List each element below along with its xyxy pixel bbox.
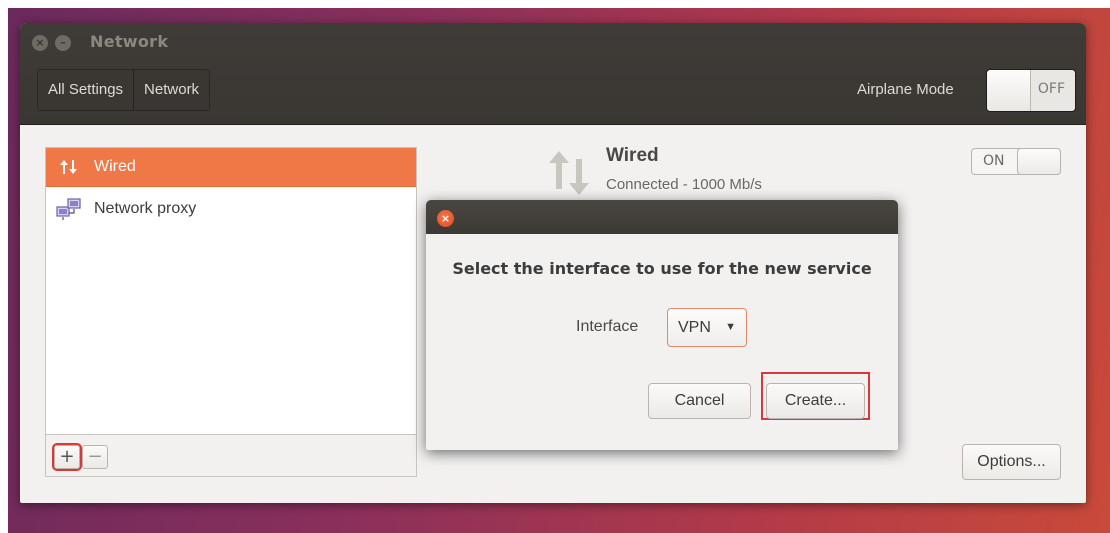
options-button[interactable]: Options...: [962, 444, 1061, 480]
airplane-mode-switch[interactable]: OFF: [986, 69, 1076, 112]
create-button[interactable]: Create...: [766, 383, 865, 419]
breadcrumb-network[interactable]: Network: [133, 70, 209, 110]
device-item-network-proxy[interactable]: Network proxy: [46, 189, 416, 228]
dialog-titlebar: ×: [426, 200, 898, 234]
network-proxy-icon: [56, 197, 82, 220]
add-connection-button[interactable]: +: [52, 443, 82, 471]
wired-toggle-knob: [1017, 148, 1061, 175]
airplane-mode-switch-knob: [987, 70, 1031, 111]
wired-toggle-state: ON: [983, 153, 1005, 169]
dialog-close-icon[interactable]: ×: [437, 210, 454, 227]
interface-dropdown[interactable]: VPN ▼: [667, 308, 747, 347]
interface-label: Interface: [576, 318, 639, 335]
window-title: Network: [90, 32, 169, 51]
airplane-mode-state: OFF: [1037, 81, 1065, 97]
breadcrumb-all-settings[interactable]: All Settings: [38, 70, 133, 110]
cancel-button[interactable]: Cancel: [648, 383, 751, 419]
window-minimize-icon[interactable]: –: [55, 35, 71, 51]
network-wired-icon: [56, 156, 82, 178]
airplane-mode-label: Airplane Mode: [857, 81, 954, 98]
new-service-dialog: × Select the interface to use for the ne…: [426, 200, 898, 450]
wired-toggle-switch[interactable]: ON: [971, 148, 1061, 175]
window-close-icon[interactable]: ×: [32, 35, 48, 51]
connection-status: Connected - 1000 Mb/s: [606, 176, 762, 193]
device-item-label: Wired: [94, 158, 136, 175]
connection-name: Wired: [606, 145, 659, 166]
breadcrumb: All Settings Network: [37, 69, 211, 111]
interface-dropdown-value: VPN: [678, 319, 711, 336]
device-item-label: Network proxy: [94, 199, 197, 217]
chevron-down-icon: ▼: [725, 321, 736, 333]
device-list: Wired Network proxy: [45, 147, 417, 435]
wired-connection-icon: [545, 149, 595, 201]
dialog-heading: Select the interface to use for the new …: [452, 259, 872, 278]
device-list-toolbar: + −: [45, 435, 417, 477]
device-item-wired[interactable]: Wired: [46, 148, 416, 187]
window-titlebar: × – Network All Settings Network Airplan…: [20, 23, 1086, 125]
remove-connection-button[interactable]: −: [82, 445, 108, 469]
